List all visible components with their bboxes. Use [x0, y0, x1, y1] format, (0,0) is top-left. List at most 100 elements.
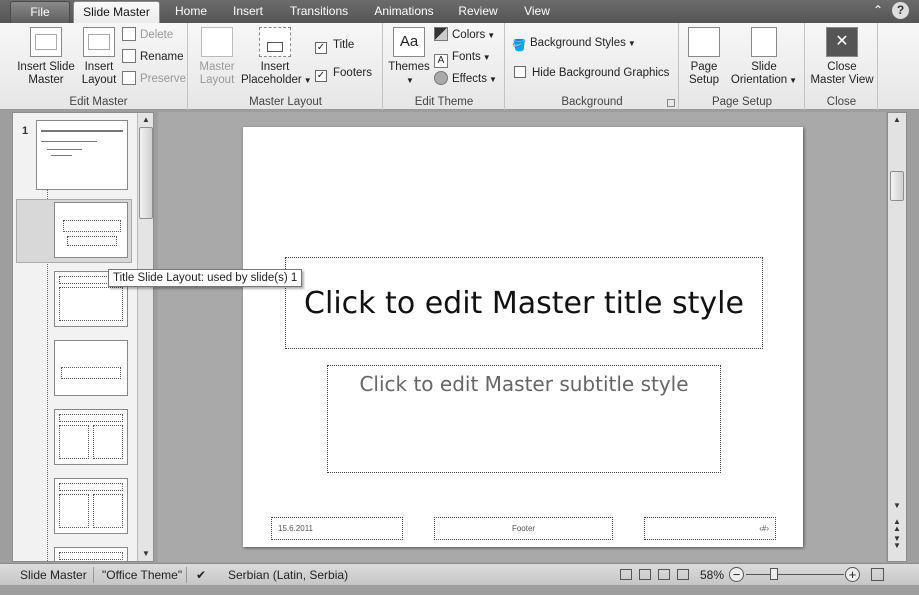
delete-label: Delete — [140, 29, 174, 41]
themes-button[interactable]: Aa Themes ▼ — [388, 27, 430, 87]
spellcheck-icon[interactable]: ✔ — [196, 568, 206, 582]
close-icon: ✕ — [826, 27, 858, 57]
page-setup-button[interactable]: Page Setup — [682, 27, 726, 87]
thumb-placeholder — [67, 236, 117, 246]
thumbnail-layout[interactable] — [54, 478, 128, 534]
zoom-slider[interactable] — [746, 574, 844, 575]
thumb-line — [51, 155, 72, 156]
tab-transitions[interactable]: Transitions — [282, 1, 356, 23]
next-slide-icon[interactable]: ▼ ▼ — [890, 535, 904, 550]
title-placeholder-text[interactable]: Click to edit Master title style — [286, 286, 762, 321]
close-master-view-label-1: Close — [827, 61, 857, 73]
thumbnail-title-slide-layout[interactable] — [54, 202, 128, 258]
subtitle-placeholder-text[interactable]: Click to edit Master subtitle style — [328, 372, 720, 396]
tab-animations[interactable]: Animations — [366, 1, 442, 23]
master-layout-button[interactable]: Master Layout — [193, 27, 241, 87]
thumb-placeholder — [59, 552, 123, 560]
group-page-setup: Page Setup Slide Orientation ▼ Page Setup — [680, 23, 805, 110]
zoom-out-icon[interactable]: − — [729, 567, 744, 582]
edit-master-group-label: Edit Master — [69, 96, 128, 108]
tab-review[interactable]: Review — [452, 1, 504, 23]
slide-orientation-label-2: Orientation — [730, 74, 788, 86]
hide-background-graphics-checkbox[interactable]: Hide Background Graphics — [514, 64, 669, 82]
slide-sorter-view-icon[interactable] — [639, 569, 651, 580]
delete-icon — [122, 27, 136, 41]
tab-insert[interactable]: Insert — [224, 1, 272, 23]
thumbnail-slide-master[interactable] — [36, 120, 128, 190]
master-layout-label-1: Master — [199, 61, 235, 73]
zoom-level[interactable]: 58% — [700, 568, 724, 582]
colors-label: Colors — [452, 29, 486, 41]
previous-slide-icon[interactable]: ▲ ▲ — [890, 518, 904, 533]
insert-slide-master-button[interactable]: Insert Slide Master — [14, 27, 78, 87]
preserve-button[interactable]: Preserve — [122, 70, 186, 88]
slide-number-text: ‹#› — [759, 524, 769, 533]
status-divider — [186, 567, 187, 583]
help-icon[interactable]: ? — [892, 2, 909, 19]
delete-button[interactable]: Delete — [122, 26, 173, 44]
zoom-slider-thumb[interactable] — [770, 568, 778, 580]
scroll-down-icon[interactable]: ▼ — [139, 549, 153, 558]
insert-placeholder-label-2: Placeholder — [241, 74, 302, 86]
thumbnail-layout[interactable] — [54, 547, 128, 561]
slide-number-placeholder[interactable]: ‹#› — [644, 517, 776, 540]
dropdown-arrow-icon: ▼ — [487, 31, 496, 40]
themes-label: Themes — [388, 61, 430, 73]
status-divider — [93, 567, 94, 583]
title-placeholder[interactable]: Click to edit Master title style — [285, 257, 763, 349]
fit-to-window-icon[interactable] — [871, 568, 884, 581]
normal-view-icon[interactable] — [620, 569, 632, 580]
zoom-in-icon[interactable]: + — [845, 567, 860, 582]
themes-icon: Aa — [393, 27, 425, 57]
scroll-up-icon[interactable]: ▲ — [890, 115, 904, 124]
footer-placeholder[interactable]: Footer — [434, 517, 613, 540]
reading-view-icon[interactable] — [658, 569, 670, 580]
status-theme-name[interactable]: "Office Theme" — [102, 568, 182, 582]
scroll-up-icon[interactable]: ▲ — [139, 115, 153, 124]
slide-orientation-button[interactable]: Slide Orientation ▼ — [726, 27, 802, 87]
thumbnail-layout[interactable] — [54, 340, 128, 396]
page-setup-label-1: Page — [690, 61, 718, 73]
insert-slide-master-label-1: Insert Slide — [17, 61, 75, 73]
fonts-label: Fonts — [452, 51, 481, 63]
close-master-view-label-2: Master View — [810, 74, 874, 86]
thumb-placeholder — [59, 483, 123, 491]
thumb-placeholder — [59, 414, 123, 422]
tab-view[interactable]: View — [514, 1, 560, 23]
dialog-launcher-icon[interactable] — [667, 99, 675, 107]
thumb-placeholder — [63, 220, 121, 232]
tab-slide-master[interactable]: Slide Master — [73, 1, 160, 24]
slide-editing-area: Click to edit Master title style Click t… — [158, 112, 886, 562]
slide-scrollbar[interactable]: ▲ ▼ ▲ ▲ ▼ ▼ — [887, 112, 907, 562]
rename-button[interactable]: Rename — [122, 48, 183, 66]
thumbnail-layout[interactable] — [54, 409, 128, 465]
tab-file[interactable]: File — [10, 1, 70, 23]
slide-orientation-label-1: Slide — [751, 61, 777, 73]
scroll-down-icon[interactable]: ▼ — [890, 501, 904, 510]
thumb-placeholder — [93, 425, 123, 459]
footers-checkbox-label: Footers — [333, 67, 372, 79]
status-language[interactable]: Serbian (Latin, Serbia) — [228, 568, 348, 582]
close-master-view-button[interactable]: ✕ Close Master View — [808, 27, 876, 87]
insert-placeholder-label-1: Insert — [260, 61, 290, 73]
scrollbar-thumb[interactable] — [890, 171, 904, 201]
fonts-button[interactable]: A Fonts ▼ — [434, 48, 491, 68]
date-placeholder[interactable]: 15.6.2011 — [271, 517, 403, 540]
title-checkbox[interactable]: ✓ Title — [315, 36, 354, 54]
colors-button[interactable]: Colors ▼ — [434, 26, 495, 44]
background-styles-button[interactable]: 🪣 Background Styles ▼ — [512, 34, 636, 52]
insert-layout-button[interactable]: Insert Layout — [80, 27, 118, 87]
slide-show-icon[interactable] — [677, 569, 689, 580]
rename-icon — [122, 49, 136, 63]
subtitle-placeholder[interactable]: Click to edit Master subtitle style — [327, 365, 721, 473]
insert-placeholder-button[interactable]: Insert Placeholder ▼ — [241, 27, 312, 87]
thumbnail-scrollbar[interactable]: ▲ ▼ — [137, 113, 153, 561]
scrollbar-thumb[interactable] — [139, 127, 153, 219]
tab-home[interactable]: Home — [166, 1, 216, 23]
group-edit-master: Insert Slide Master Insert Layout Delete… — [10, 23, 188, 110]
thumb-line — [41, 141, 97, 142]
footers-checkbox[interactable]: ✓ Footers — [315, 64, 372, 82]
effects-button[interactable]: Effects ▼ — [434, 70, 497, 88]
minimize-ribbon-icon[interactable]: ⌃ — [873, 3, 883, 17]
thumb-line — [41, 130, 123, 132]
